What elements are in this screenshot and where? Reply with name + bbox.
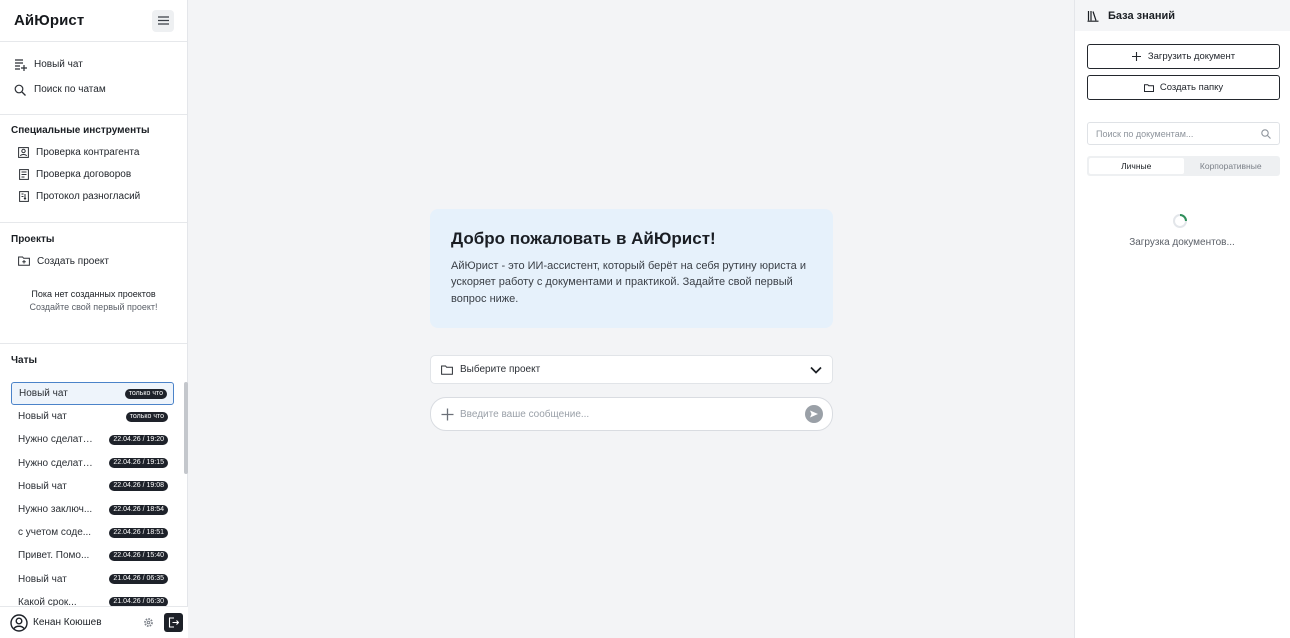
chat-list-item[interactable]: Привет. Помо... 22.04.26 / 15:40: [11, 544, 174, 567]
create-project-label: Создать проект: [37, 255, 109, 267]
chat-list: Новый чат только что Новый чат только что Ну…: [11, 382, 174, 607]
message-composer: [430, 397, 833, 431]
chat-time-badge: 22.04.26 / 19:08: [109, 481, 168, 492]
tool-label: Проверка контрагента: [36, 146, 140, 158]
plus-icon: [1132, 52, 1142, 62]
app-title: АйЮрист: [14, 12, 85, 29]
chevron-down-icon: [810, 366, 822, 374]
contract-check-icon: [18, 168, 29, 180]
user-name: Кенан Коюшев: [33, 617, 102, 628]
chat-time-badge: 22.04.26 / 15:40: [109, 550, 168, 561]
chats-title: Чаты: [11, 355, 38, 366]
upload-document-button[interactable]: Загрузить документ: [1087, 44, 1280, 69]
project-select-label: Выберите проект: [460, 364, 541, 375]
chat-time-badge: 22.04.26 / 18:54: [109, 504, 168, 515]
attach-plus-icon[interactable]: [440, 407, 454, 421]
chat-title: Привет. Помо...: [18, 550, 90, 562]
chat-list-item[interactable]: Нужно сделать... 22.04.26 / 19:20: [11, 428, 174, 451]
counterparty-icon: [18, 146, 29, 158]
sidebar: АйЮрист Новый чат Поиск по чатам Специал…: [0, 0, 188, 638]
chat-time-badge: 22.04.26 / 19:20: [109, 434, 168, 445]
tool-counterparty-check[interactable]: Проверка контрагента: [0, 141, 187, 163]
create-project-button[interactable]: Создать проект: [0, 250, 187, 272]
new-chat-button[interactable]: Новый чат: [0, 52, 187, 77]
chat-list-item[interactable]: Новый чат 21.04.26 / 06:35: [11, 568, 174, 591]
chat-time-badge: только что: [125, 411, 168, 422]
tools-section: Специальные инструменты Проверка контраг…: [0, 115, 187, 223]
disagreement-protocol-icon: [18, 190, 29, 202]
tool-label: Протокол разногласий: [36, 190, 141, 202]
document-tabs: Личные Корпоративные: [1087, 156, 1280, 176]
library-icon: [1086, 9, 1099, 22]
chat-list-item[interactable]: Нужно заключ... 22.04.26 / 18:54: [11, 498, 174, 521]
create-folder-button[interactable]: Создать папку: [1087, 75, 1280, 100]
loading-text: Загрузка документов...: [1129, 237, 1235, 248]
tools-title: Специальные инструменты: [11, 125, 150, 136]
chat-list-item[interactable]: с учетом соде... 22.04.26 / 18:51: [11, 521, 174, 544]
chat-time-badge: только что: [124, 388, 167, 399]
chat-list-item[interactable]: Нужно сделать... 22.04.26 / 19:15: [11, 452, 174, 475]
tool-contract-check[interactable]: Проверка договоров: [0, 163, 187, 185]
chat-title: Новый чат: [18, 411, 67, 423]
chat-list-item[interactable]: Какой срок... 21.04.26 / 06:30: [11, 591, 174, 607]
welcome-title: Добро пожаловать в АйЮрист!: [451, 229, 716, 248]
sidebar-nav: Новый чат Поиск по чатам: [0, 42, 187, 115]
loading-spinner-icon: [1173, 214, 1187, 228]
welcome-text: АйЮрист - это ИИ-ассистент, который берё…: [451, 260, 806, 305]
settings-gear-icon[interactable]: [142, 617, 154, 629]
welcome-card: Добро пожаловать в АйЮрист! АйЮрист - эт…: [430, 209, 833, 328]
message-input[interactable]: [460, 408, 805, 420]
folder-icon: [1143, 83, 1154, 93]
chat-title: Новый чат: [18, 480, 67, 492]
chat-time-badge: 22.04.26 / 19:15: [109, 458, 168, 469]
chat-list-item[interactable]: Новый чат 22.04.26 / 19:08: [11, 475, 174, 498]
chat-title: Нужно заключ...: [18, 504, 93, 516]
send-button[interactable]: [805, 405, 823, 423]
chat-list-scrollbar[interactable]: [184, 382, 188, 474]
tool-disagreement-protocol[interactable]: Протокол разногласий: [0, 185, 187, 207]
tab-corporate[interactable]: Корпоративные: [1184, 158, 1279, 174]
empty-projects-title: Пока нет созданных проектов: [31, 289, 156, 299]
folder-plus-icon: [18, 256, 30, 267]
hamburger-icon: [157, 16, 169, 25]
new-chat-label: Новый чат: [34, 59, 83, 70]
search-icon: [1261, 128, 1271, 139]
empty-projects: Пока нет созданных проектов Создайте сво…: [0, 288, 187, 314]
new-chat-icon: [13, 58, 27, 72]
knowledge-base-panel: База знаний Загрузить документ Создать п…: [1074, 0, 1290, 638]
chat-list-item[interactable]: Новый чат только что: [11, 405, 174, 428]
empty-projects-hint: Создайте свой первый проект!: [29, 302, 158, 312]
folder-icon: [441, 364, 453, 376]
search-chats-button[interactable]: Поиск по чатам: [0, 77, 187, 102]
project-select[interactable]: Выберите проект: [430, 355, 833, 384]
user-avatar-icon[interactable]: [10, 613, 28, 632]
upload-document-label: Загрузить документ: [1147, 51, 1236, 62]
menu-toggle-button[interactable]: [152, 9, 174, 32]
chat-title: Нужно сделать...: [18, 434, 96, 446]
search-icon: [13, 83, 27, 97]
chat-title: Новый чат: [18, 573, 67, 585]
document-search: [1087, 122, 1280, 145]
chat-list-item[interactable]: Новый чат только что: [11, 382, 174, 406]
create-folder-label: Создать папку: [1159, 82, 1224, 93]
chat-time-badge: 21.04.26 / 06:35: [109, 574, 168, 585]
logout-icon: [168, 617, 179, 628]
logout-button[interactable]: [164, 613, 183, 632]
search-chats-label: Поиск по чатам: [34, 84, 106, 95]
send-icon: [810, 410, 818, 418]
chat-time-badge: 22.04.26 / 18:51: [109, 527, 168, 538]
chat-title: Нужно сделать...: [18, 457, 96, 469]
sidebar-header: АйЮрист: [0, 0, 187, 42]
document-search-input[interactable]: [1096, 128, 1261, 139]
knowledge-base-title: База знаний: [1108, 9, 1176, 22]
tool-label: Проверка договоров: [36, 168, 132, 180]
tab-personal[interactable]: Личные: [1089, 158, 1184, 174]
chat-title: Новый чат: [19, 388, 68, 400]
knowledge-base-header: База знаний: [1075, 0, 1290, 31]
projects-section: Проекты Создать проект Пока нет созданны…: [0, 223, 187, 344]
chat-title: с учетом соде...: [18, 527, 92, 539]
user-footer: Кенан Коюшев: [0, 606, 188, 638]
projects-title: Проекты: [11, 234, 55, 245]
